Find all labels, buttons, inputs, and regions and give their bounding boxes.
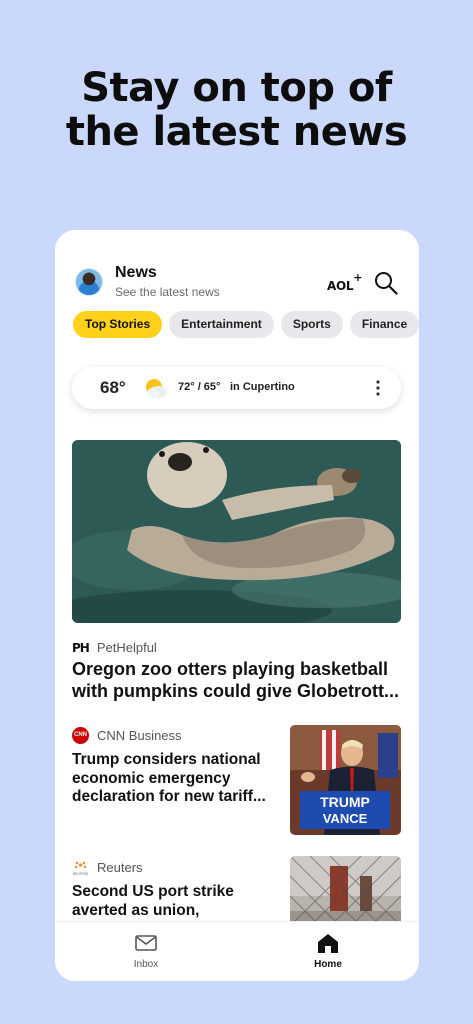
home-icon: [318, 934, 338, 953]
weather-card[interactable]: 68° 72° / 65° in Cupertino: [72, 367, 401, 409]
story-headline[interactable]: Trump considers national economic emerge…: [72, 751, 287, 807]
aol-plus-logo[interactable]: AOL+: [327, 271, 362, 293]
cnn-logo: CNN: [72, 727, 89, 744]
more-options-icon[interactable]: [372, 379, 384, 397]
hero-story-image[interactable]: [72, 440, 401, 623]
aol-plus-mark: +: [353, 271, 363, 284]
search-icon[interactable]: [373, 270, 399, 296]
weather-location: in Cupertino: [230, 381, 295, 393]
nav-home-label: Home: [314, 959, 342, 970]
tab-sports[interactable]: Sports: [280, 311, 343, 338]
partly-sunny-icon: [146, 379, 167, 398]
sign-text-trump: TRUMP: [320, 794, 370, 810]
headline-line-1: Stay on top of: [81, 65, 392, 111]
nav-inbox[interactable]: Inbox: [55, 922, 237, 981]
story-source[interactable]: REUTERS Reuters: [72, 859, 143, 876]
story-headline[interactable]: Second US port strike averted as union,: [72, 883, 287, 920]
app-header: News See the latest news AOL+: [55, 230, 419, 310]
trump-photo: TRUMP VANCE: [290, 725, 401, 835]
nav-inbox-label: Inbox: [133, 959, 159, 970]
story-source[interactable]: PH PetHelpful: [72, 640, 157, 655]
aol-brand-text: AOL: [327, 279, 354, 293]
otter-photo: [72, 440, 401, 623]
page-subtitle: See the latest news: [115, 285, 220, 299]
story-source[interactable]: CNN CNN Business: [72, 727, 182, 744]
source-name: Reuters: [97, 860, 143, 875]
tab-finance[interactable]: Finance: [349, 311, 419, 338]
inbox-icon: [135, 935, 157, 951]
nav-home[interactable]: Home: [237, 922, 419, 981]
bottom-navigation: Inbox Home: [55, 921, 419, 981]
headline-line-2: the latest news: [65, 109, 408, 155]
pethelpful-logo: PH: [72, 641, 90, 655]
weather-temperature: 68°: [100, 378, 126, 397]
promo-headline: Stay on top of the latest news: [0, 66, 473, 154]
story-thumbnail[interactable]: TRUMP VANCE: [290, 725, 401, 835]
category-tabs: Top Stories Entertainment Sports Finance: [73, 311, 419, 338]
story-headline[interactable]: Oregon zoo otters playing basketball wit…: [72, 658, 402, 702]
reuters-logo: REUTERS: [73, 861, 88, 876]
page-title: News: [115, 264, 157, 281]
sign-text-vance: VANCE: [323, 811, 368, 826]
tab-top-stories[interactable]: Top Stories: [73, 311, 163, 338]
tab-entertainment[interactable]: Entertainment: [169, 311, 274, 338]
weather-high-low: 72° / 65°: [178, 381, 221, 393]
app-screen: News See the latest news AOL+ Top Storie…: [55, 230, 419, 981]
avatar[interactable]: [75, 268, 103, 296]
source-name: PetHelpful: [96, 640, 157, 655]
reuters-wordmark: REUTERS: [73, 872, 88, 876]
source-name: CNN Business: [97, 728, 182, 743]
